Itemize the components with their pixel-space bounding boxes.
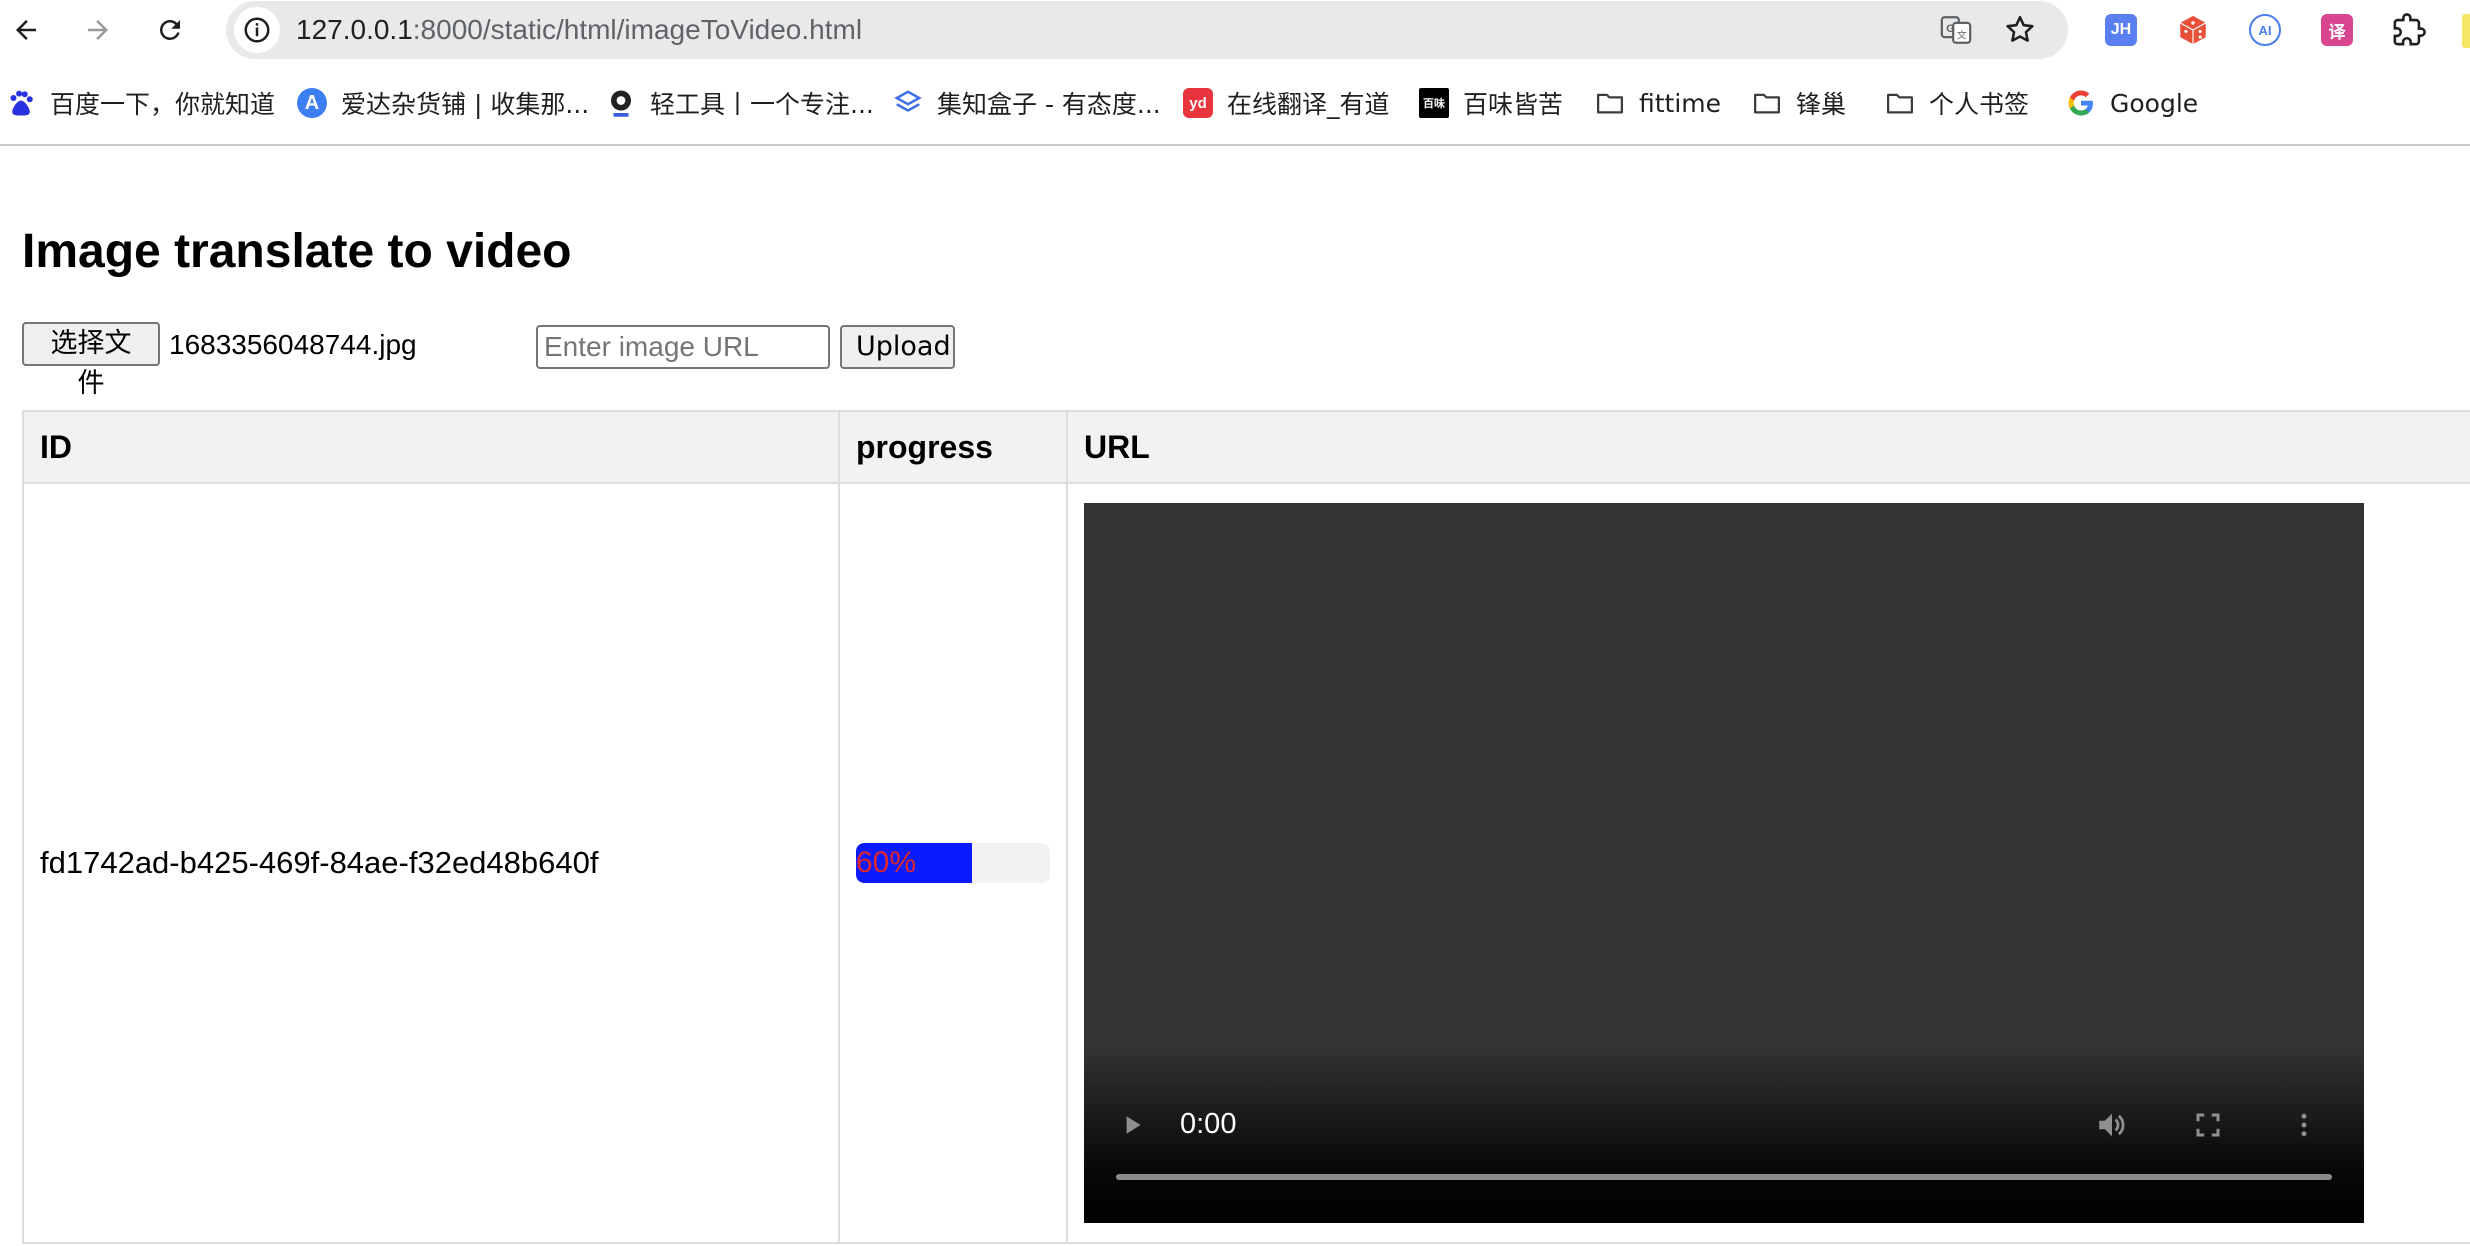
jh-extension-label: JH [2110,21,2132,38]
play-icon [1126,1116,1141,1134]
bookmark-folder-personal[interactable]: 个人书签 [1885,78,2029,128]
svg-text:文: 文 [1957,29,1967,42]
progress-label: 60% [856,846,917,879]
bookmark-label: 轻工具丨一个专注... [650,90,874,119]
google-translate-icon: G 文 [1940,16,1972,44]
aida-icon: A [297,88,327,118]
extensions-menu-button[interactable] [2391,12,2427,48]
bookmark-baiwei[interactable]: 百味 百味皆苦 [1419,78,1563,128]
folder-icon [1597,93,1623,114]
bookmark-label: Google [2110,88,2199,118]
folder-icon [1754,93,1780,114]
jh-extension-icon[interactable]: JH [2103,12,2139,48]
bookmark-jizhi[interactable]: 集知盒子 - 有态度... [893,78,1161,128]
jh-extension-badge: JH [2105,14,2137,46]
youdao-icon: yd [1183,88,1213,118]
bookmark-google[interactable]: Google [2066,78,2198,128]
selected-file-name: 1683356048744.jpg [169,329,417,360]
bookmark-label: 个人书签 [1929,90,2030,119]
video-player[interactable]: 0:00 [1084,503,2364,1223]
info-icon [244,17,270,43]
bookmark-label: 集知盒子 - 有态度... [937,90,1161,119]
column-header-id: ID [22,410,840,484]
back-button[interactable] [4,8,48,52]
progress-bar: 60% [856,843,1050,883]
bookmark-label: fittime [1639,88,1722,118]
task-id-cell: fd1742ad-b425-469f-84ae-f32ed48b640f [22,482,840,1244]
address-bar[interactable]: 127.0.0.1:8000/static/html/imageToVideo.… [226,1,2068,59]
baidu-icon [10,90,33,116]
bookmark-label: 爱达杂货铺 | 收集那... [341,90,590,119]
fullscreen-icon [2196,1113,2220,1137]
video-controls-gradient [1084,1043,2364,1223]
task-video-cell: 0:00 [1066,482,2470,1244]
puzzle-icon [2393,13,2426,46]
bookmark-folder-fittime[interactable]: fittime [1595,78,1721,128]
baiwei-icon: 百味 [1419,88,1449,118]
translate-page-button[interactable]: G 文 [1938,12,1974,48]
upload-button[interactable]: Upload [840,325,955,369]
url-host: 127.0.0.1 [296,14,413,45]
reload-button[interactable] [148,8,192,52]
dice-extension-icon[interactable] [2175,12,2211,48]
bookmark-label: 百味皆苦 [1463,90,1564,119]
browser-toolbar: 127.0.0.1:8000/static/html/imageToVideo.… [0,0,2470,60]
fullscreen-button[interactable] [2184,1101,2232,1149]
task-progress-cell: 60% [838,482,1068,1244]
bookmarks-bar: 百度一下，你就知道 A 爱达杂货铺 | 收集那... 轻工具丨一个专注... 集… [0,78,2470,128]
profile-indicator[interactable] [2462,14,2470,48]
bookmark-baidu[interactable]: 百度一下，你就知道 [6,78,275,128]
image-url-input[interactable] [536,325,830,369]
task-table: ID progress URL fd1742ad-b425-469f-84ae-… [22,410,2470,1244]
table-row: fd1742ad-b425-469f-84ae-f32ed48b640f 60%… [22,482,2470,1244]
chrome-divider [0,144,2470,146]
reload-icon [159,19,180,40]
ai-extension-badge: AI [2249,14,2281,46]
choose-file-button[interactable]: 选择文件 [22,322,160,399]
ai-extension-icon[interactable]: AI [2247,12,2283,48]
bookmark-label: 锋巢 [1796,90,1847,119]
bookmark-label: 在线翻译_有道 [1227,90,1390,119]
bookmark-youdao[interactable]: yd 在线翻译_有道 [1183,78,1390,128]
bookmark-aida[interactable]: A 爱达杂货铺 | 收集那... [297,78,589,128]
bookmark-star-button[interactable] [2002,12,2038,48]
site-info-button[interactable] [234,7,280,53]
ai-extension-label: AI [2258,22,2272,38]
translate-extension-badge: 译 [2321,14,2353,46]
url-path: :8000/static/html/imageToVideo.html [412,14,863,45]
page-title: Image translate to video [22,225,572,278]
translate-extension-icon[interactable]: 译 [2319,12,2355,48]
star-icon [2006,15,2034,42]
dice-icon [2179,15,2207,45]
back-arrow-icon [16,20,36,40]
svg-text:G: G [1946,23,1955,35]
video-timeline-slider[interactable] [1116,1174,2332,1180]
more-options-button[interactable] [2280,1101,2328,1149]
volume-icon [2099,1113,2125,1137]
mute-button[interactable] [2088,1101,2136,1149]
forward-arrow-icon [88,20,108,40]
bookmark-label: 百度一下，你就知道 [50,90,276,119]
more-vertical-icon [2301,1113,2307,1137]
bookmark-qinggongju[interactable]: 轻工具丨一个专注... [606,78,874,128]
url-text[interactable]: 127.0.0.1:8000/static/html/imageToVideo.… [296,13,862,47]
folder-icon [1887,93,1913,114]
qinggongju-icon [611,90,631,117]
bookmark-folder-fengchao[interactable]: 锋巢 [1752,78,1846,128]
play-button[interactable] [1110,1103,1154,1147]
google-icon [2068,90,2093,116]
video-current-time: 0:00 [1180,1108,1237,1140]
translate-extension-label: 译 [2328,22,2346,43]
jizhi-icon [894,90,922,112]
column-header-url: URL [1066,410,2470,484]
column-header-progress: progress [838,410,1068,484]
table-header-row: ID progress URL [22,410,2470,484]
forward-button[interactable] [76,8,120,52]
